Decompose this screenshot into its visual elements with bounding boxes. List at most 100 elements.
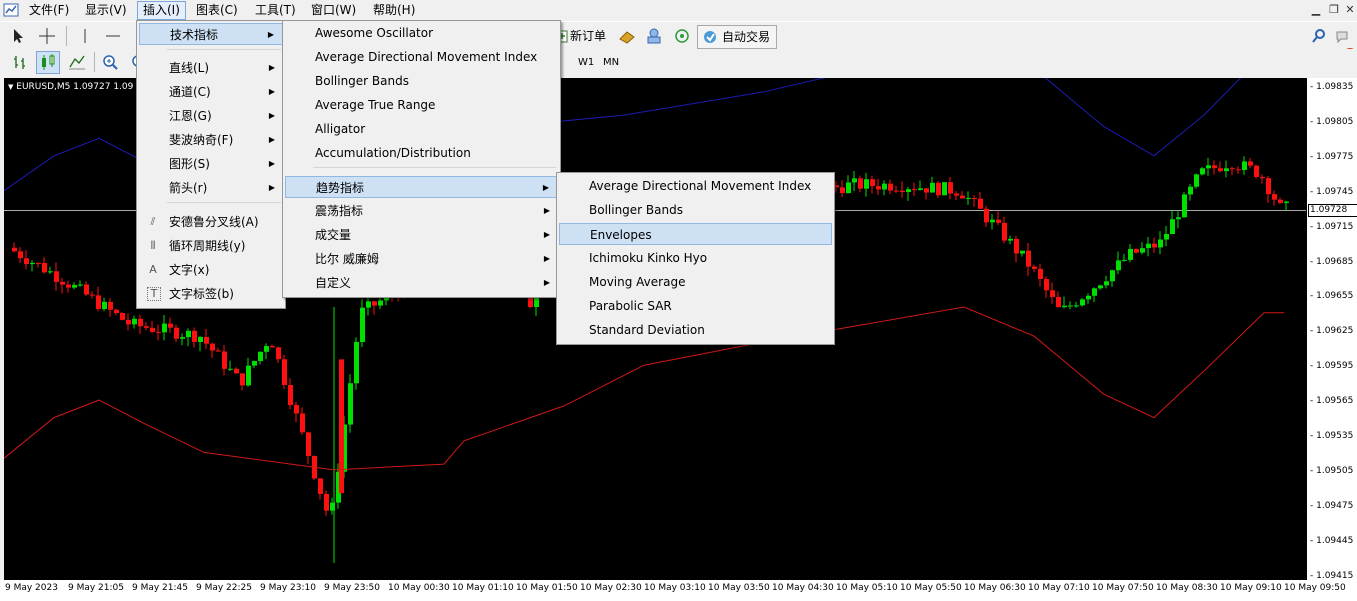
submenu-arrow-icon: ▶ <box>543 206 550 215</box>
candle-body <box>216 350 221 352</box>
time-scale[interactable]: 9 May 2023 9 May 21:05 9 May 21:45 9 May 22… <box>0 580 1357 601</box>
current-price-label: 1.09728 <box>1308 204 1357 217</box>
menu-help[interactable]: 帮助(H) <box>368 2 420 19</box>
insert-menu-item-1[interactable]: 直线(L) ▶ <box>139 57 283 79</box>
indicators-menu-item-0[interactable]: Awesome Oscillator <box>285 22 558 44</box>
indicators-menu-item-9[interactable]: 比尔 威廉姆 ▶ <box>285 248 558 270</box>
time-tick-label: 10 May 09:10 <box>1220 583 1282 593</box>
candle-body <box>1098 285 1103 289</box>
candlestick-button[interactable] <box>36 51 60 74</box>
indicators-menu-item-5[interactable]: Accumulation/Distribution <box>285 142 558 164</box>
submenu-arrow-icon: ▶ <box>543 278 550 287</box>
crosshair-icon[interactable] <box>38 27 56 45</box>
indicators-menu-item-3[interactable]: Average True Range <box>285 94 558 116</box>
indicators-menu-item-8[interactable]: 成交量 ▶ <box>285 224 558 246</box>
insert-menu-item-8[interactable]: ⦀ 循环周期线(y) <box>139 235 283 257</box>
time-tick-label: 10 May 07:10 <box>1028 583 1090 593</box>
horizontal-line-icon[interactable] <box>104 27 122 45</box>
restore-icon[interactable]: ❐ <box>1326 3 1342 17</box>
insert-menu-item-4[interactable]: 斐波纳奇(F) ▶ <box>139 129 283 151</box>
data-window-icon[interactable] <box>645 27 663 45</box>
candle-body <box>882 183 887 190</box>
candle-body <box>1032 266 1037 269</box>
auto-trading-icon <box>704 31 716 43</box>
messages-icon[interactable] <box>1335 29 1349 43</box>
indicators-menu-item-6[interactable]: 趋势指标 ▶ <box>285 176 558 198</box>
indicators-menu-item-10[interactable]: 自定义 ▶ <box>285 272 558 294</box>
menu-item-label: 自定义 <box>315 276 352 290</box>
candle-body <box>288 385 293 406</box>
candle-body <box>78 284 83 286</box>
insert-menu-item-2[interactable]: 通道(C) ▶ <box>139 81 283 103</box>
search-icon[interactable] <box>1311 28 1327 44</box>
timeframe-w1[interactable]: W1 <box>578 53 594 73</box>
indicators-menu-item-2[interactable]: Bollinger Bands <box>285 70 558 92</box>
trend-menu-item-3[interactable]: Ichimoku Kinko Hyo <box>559 247 832 269</box>
menu-item-label: 通道(C) <box>169 85 211 99</box>
insert-menu-item-0[interactable]: 技术指标 ▶ <box>139 23 283 45</box>
submenu-arrow-icon: ▶ <box>543 230 550 239</box>
trend-menu-item-1[interactable]: Bollinger Bands <box>559 199 832 221</box>
candle-body <box>1176 217 1181 220</box>
candle-body <box>840 187 845 194</box>
candle-body <box>339 359 344 494</box>
menu-item-label: 趋势指标 <box>316 181 365 195</box>
auto-trading-button[interactable]: 自动交易 <box>697 25 777 49</box>
candle-body <box>948 182 953 194</box>
candle-body <box>888 183 893 191</box>
candle-body <box>930 182 935 193</box>
time-tick-label: 9 May 21:05 <box>68 583 124 593</box>
zoom-in-icon[interactable] <box>101 53 119 71</box>
candle-body <box>228 368 233 370</box>
candle-body <box>300 413 305 433</box>
insert-menu-item-3[interactable]: 江恩(G) ▶ <box>139 105 283 127</box>
insert-menu-item-6[interactable]: 箭头(r) ▶ <box>139 177 283 199</box>
price-tick-label: - 1.09745 <box>1310 186 1354 197</box>
candle-body <box>108 301 113 310</box>
price-scale[interactable]: - 1.09835 - 1.09805 - 1.09775 - 1.09745 - 1.… <box>1306 78 1357 581</box>
insert-menu-item-9[interactable]: A 文字(x) <box>139 259 283 281</box>
minimize-icon[interactable]: ▁ <box>1308 3 1324 17</box>
menu-window[interactable]: 窗口(W) <box>306 2 361 19</box>
indicators-menu-item-4[interactable]: Alligator <box>285 118 558 140</box>
vertical-line-icon[interactable] <box>78 27 92 45</box>
insert-menu-item-10[interactable]: T 文字标签(b) <box>139 283 283 305</box>
menu-charts[interactable]: 图表(C) <box>191 2 243 19</box>
menu-tools[interactable]: 工具(T) <box>250 2 301 19</box>
cursor-icon[interactable] <box>10 27 26 45</box>
signals-icon[interactable] <box>673 27 691 45</box>
menu-item-label: Average True Range <box>315 98 436 112</box>
candle-body <box>348 383 353 425</box>
menu-insert[interactable]: 插入(I) <box>137 1 186 20</box>
menu-view[interactable]: 显示(V) <box>80 2 132 19</box>
candle-body <box>1218 168 1223 172</box>
indicators-menu-item-7[interactable]: 震荡指标 ▶ <box>285 200 558 222</box>
line-chart-icon[interactable] <box>67 53 87 71</box>
close-icon[interactable]: ✕ <box>1342 3 1357 17</box>
trend-menu-item-4[interactable]: Moving Average <box>559 271 832 293</box>
candle-body <box>918 188 923 190</box>
insert-menu: 技术指标 ▶ 直线(L) ▶ 通道(C) ▶ 江恩(G) ▶ 斐波纳奇(F) ▶ 图形(S) ▶ 箭头(… <box>136 20 286 309</box>
menu-file[interactable]: 文件(F) <box>24 2 74 19</box>
new-order-button[interactable]: 新订单 <box>570 26 606 46</box>
collapse-arrow-icon[interactable]: ▼ <box>8 83 13 91</box>
candle-body <box>258 351 263 362</box>
timeframe-mn[interactable]: MN <box>603 53 619 73</box>
candle-body <box>1212 165 1217 169</box>
market-watch-icon[interactable] <box>618 28 636 44</box>
insert-menu-item-5[interactable]: 图形(S) ▶ <box>139 153 283 175</box>
candle-body <box>1182 194 1187 218</box>
trend-menu-item-2[interactable]: Envelopes <box>559 223 832 245</box>
insert-menu-item-7[interactable]: ⫽ 安德鲁分叉线(A) <box>139 211 283 233</box>
candle-body <box>966 197 971 199</box>
trend-menu-item-0[interactable]: Average Directional Movement Index <box>559 175 832 197</box>
trend-menu-item-5[interactable]: Parabolic SAR <box>559 295 832 317</box>
menu-item-label: 循环周期线(y) <box>169 239 246 253</box>
menu-item-label: Average Directional Movement Index <box>589 179 812 193</box>
time-tick-label: 10 May 08:30 <box>1156 583 1218 593</box>
indicators-menu-item-1[interactable]: Average Directional Movement Index <box>285 46 558 68</box>
price-tick-label: - 1.09805 <box>1310 116 1354 127</box>
trend-menu-item-6[interactable]: Standard Deviation <box>559 319 832 341</box>
bar-chart-icon[interactable] <box>12 53 30 71</box>
candle-body <box>186 330 191 338</box>
